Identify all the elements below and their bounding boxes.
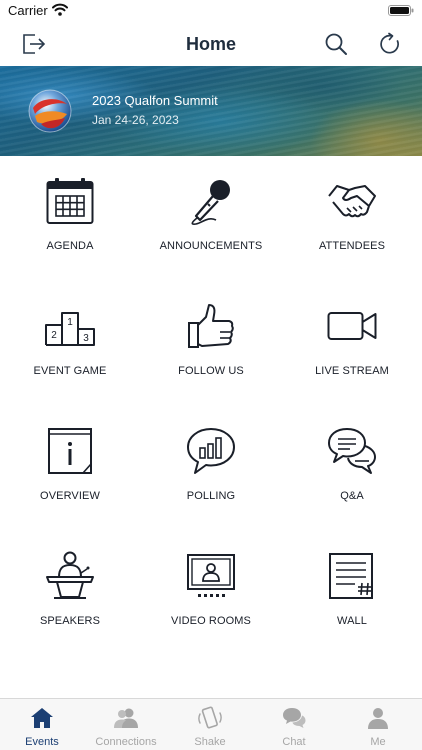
status-bar: Carrier: [0, 0, 422, 22]
tab-label: Events: [25, 736, 59, 748]
chat-icon: [283, 708, 306, 728]
search-icon: [325, 33, 347, 55]
tile-label: OVERVIEW: [40, 490, 100, 502]
event-logo-icon: [28, 89, 72, 133]
battery-icon: [388, 5, 414, 16]
thumbs-up-icon: [188, 304, 234, 348]
tile-label: VIDEO ROOMS: [171, 615, 251, 627]
tile-attendees[interactable]: ATTENDEES: [282, 156, 422, 281]
event-title: 2023 Qualfon Summit: [92, 93, 218, 108]
tile-polling[interactable]: POLLING: [141, 406, 281, 531]
wall-post-icon: [329, 553, 373, 599]
tile-live-stream[interactable]: LIVE STREAM: [282, 281, 422, 406]
tab-events[interactable]: Events: [0, 699, 84, 750]
tab-bar: Events Connections Shake Chat Me: [0, 698, 422, 750]
podium-third-number: 3: [83, 333, 89, 344]
podium-first-number: 1: [67, 317, 73, 328]
tile-label: FOLLOW US: [178, 365, 244, 377]
info-icon: [48, 428, 92, 474]
podium-second-number: 2: [51, 330, 57, 341]
shake-phone-icon: [198, 706, 222, 729]
tab-label: Shake: [194, 736, 226, 748]
tab-me[interactable]: Me: [336, 699, 420, 750]
tile-label: EVENT GAME: [33, 365, 107, 377]
tile-wall[interactable]: WALL: [282, 531, 422, 656]
handshake-icon: [328, 185, 376, 218]
poll-chart-icon: [187, 428, 235, 474]
tile-qa[interactable]: Q&A: [282, 406, 422, 531]
tile-label: WALL: [337, 615, 367, 627]
carrier-label: Carrier: [8, 3, 48, 18]
tile-label: SPEAKERS: [39, 615, 101, 627]
tab-shake[interactable]: Shake: [168, 699, 252, 750]
people-icon: [114, 708, 138, 728]
tab-label: Me: [370, 736, 386, 748]
event-date: Jan 24-26, 2023: [92, 113, 179, 127]
tile-label: POLLING: [186, 490, 236, 502]
wifi-icon: [52, 3, 68, 16]
tile-speakers[interactable]: SPEAKERS: [0, 531, 140, 656]
tile-label: LIVE STREAM: [315, 365, 389, 377]
podium-icon: 1 2 3: [45, 312, 95, 346]
tab-label: Connections: [95, 736, 157, 748]
tile-follow-us[interactable]: FOLLOW US: [141, 281, 281, 406]
microphone-icon: [191, 180, 230, 225]
calendar-icon: [46, 178, 94, 224]
tile-overview[interactable]: OVERVIEW: [0, 406, 140, 531]
video-camera-icon: [327, 312, 377, 340]
search-button[interactable]: [321, 29, 351, 59]
nav-bar: Home: [0, 22, 422, 66]
tile-label: Q&A: [340, 490, 364, 502]
speaker-lectern-icon: [46, 551, 94, 599]
home-icon: [31, 708, 53, 728]
event-banner[interactable]: 2023 Qualfon Summit Jan 24-26, 2023: [0, 66, 422, 156]
person-icon: [368, 708, 388, 729]
tile-event-game[interactable]: 1 2 3 EVENT GAME: [0, 281, 140, 406]
tile-announcements[interactable]: ANNOUNCEMENTS: [141, 156, 281, 281]
tab-connections[interactable]: Connections: [84, 699, 168, 750]
tab-label: Chat: [282, 736, 306, 748]
tab-chat[interactable]: Chat: [252, 699, 336, 750]
tile-label: ANNOUNCEMENTS: [159, 240, 263, 252]
refresh-icon: [380, 32, 399, 54]
refresh-button[interactable]: [375, 29, 405, 59]
tile-video-rooms[interactable]: VIDEO ROOMS: [141, 531, 281, 656]
tile-agenda[interactable]: AGENDA: [0, 156, 140, 281]
tile-label: AGENDA: [46, 240, 94, 252]
video-room-icon: [187, 554, 235, 597]
page-title: Home: [185, 34, 236, 54]
chat-bubbles-icon: [328, 428, 376, 474]
tile-label: ATTENDEES: [318, 240, 386, 252]
